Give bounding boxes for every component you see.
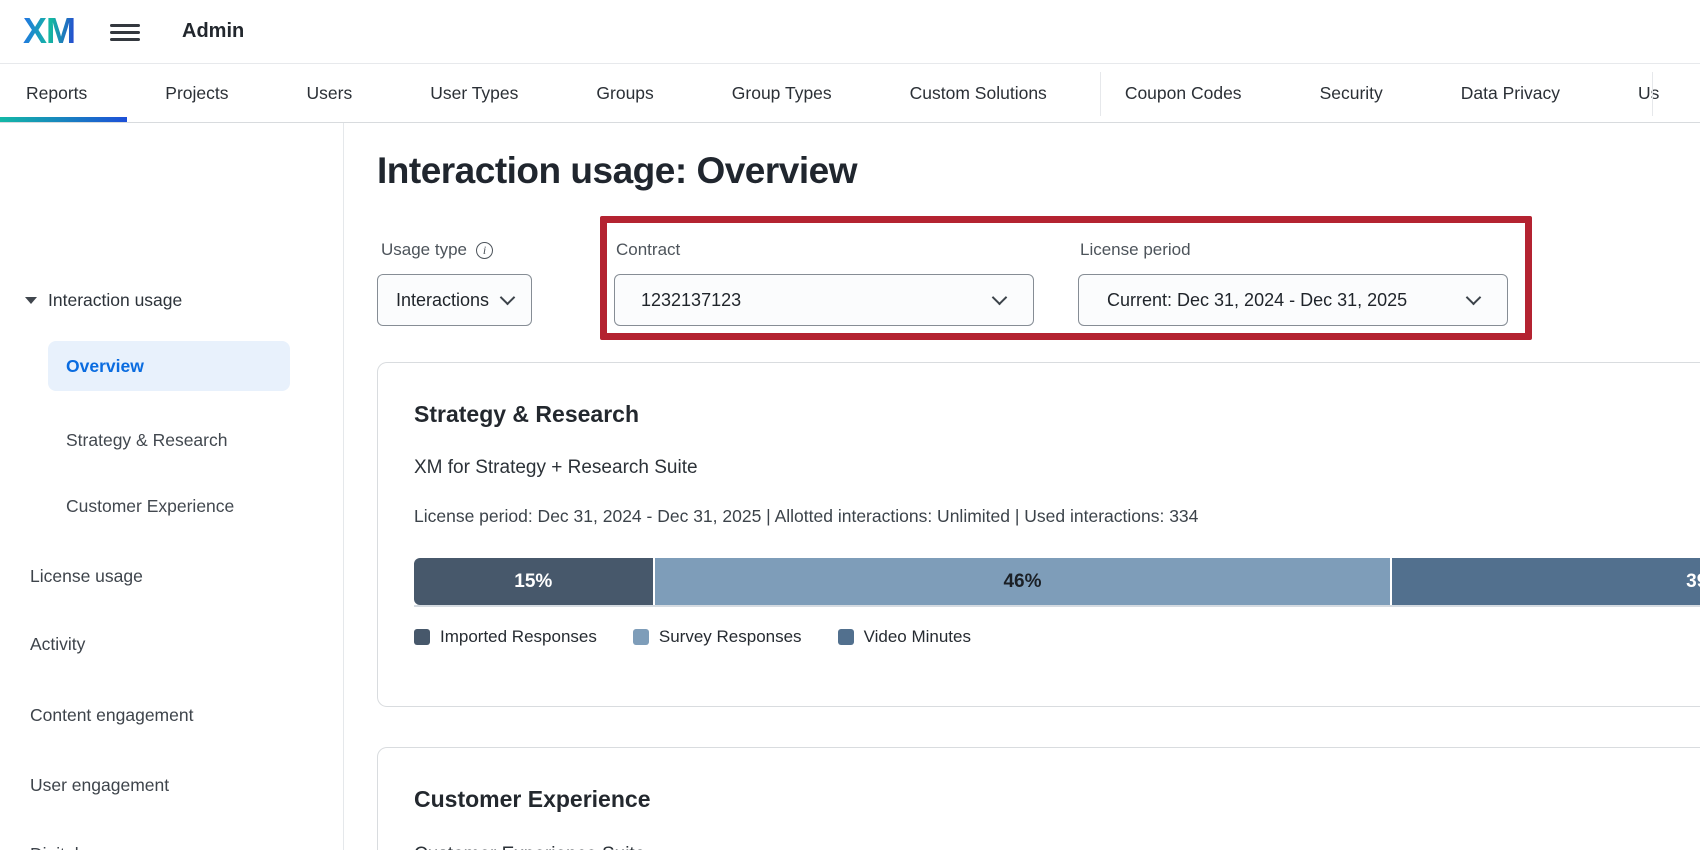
bar-segment-value: 46%: [1003, 571, 1041, 593]
tab-user-types[interactable]: User Types: [430, 64, 518, 122]
info-icon[interactable]: i: [476, 242, 493, 259]
card-title: Strategy & Research: [414, 401, 639, 428]
bar-segment-value: 15%: [514, 571, 552, 593]
tab-reports[interactable]: Reports: [26, 64, 87, 122]
legend-label: Imported Responses: [440, 627, 597, 647]
tab-projects[interactable]: Projects: [165, 64, 228, 122]
tab-security[interactable]: Security: [1320, 64, 1383, 122]
tab-bar: Reports Projects Users User Types Groups Grou…: [0, 64, 1700, 123]
bar-segment-survey-responses: 46%: [655, 558, 1393, 605]
usage-type-value: Interactions: [396, 290, 489, 311]
sidebar-item-label: User engagement: [30, 775, 169, 796]
card-subtitle: XM for Strategy + Research Suite: [414, 457, 698, 479]
top-header: XM Admin: [0, 0, 1700, 64]
tab-separator: [1100, 72, 1101, 116]
sidebar-item-strategy-research[interactable]: Strategy & Research: [66, 423, 227, 457]
sidebar-item-interaction-usage[interactable]: Interaction usage: [25, 283, 182, 317]
sidebar-item-label: Content engagement: [30, 705, 193, 726]
usage-stacked-bar: 15% 46% 39%: [414, 558, 1700, 605]
license-period-select[interactable]: Current: Dec 31, 2024 - Dec 31, 2025: [1078, 274, 1508, 326]
tab-bar-items: Reports Projects Users User Types Groups Grou…: [26, 64, 1700, 122]
tab-coupon-codes[interactable]: Coupon Codes: [1125, 64, 1242, 122]
sidebar-item-label: Strategy & Research: [66, 430, 227, 451]
tab-separator: [1652, 72, 1653, 116]
usage-type-select[interactable]: Interactions: [377, 274, 532, 326]
usage-type-label-text: Usage type: [381, 240, 467, 260]
chevron-down-icon: [1466, 290, 1482, 306]
app-title: Admin: [182, 20, 244, 43]
legend-item-imported-responses: Imported Responses: [414, 627, 597, 647]
caret-down-icon[interactable]: [25, 297, 37, 304]
bar-segment-imported-responses: 15%: [414, 558, 655, 605]
bar-legend: Imported Responses Survey Responses Video …: [414, 627, 971, 647]
sidebar-item-label: Activity: [30, 634, 85, 655]
sidebar-item-label: License usage: [30, 566, 143, 587]
contract-label: Contract: [616, 240, 680, 260]
main-content: Interaction usage: Overview Usage type i…: [344, 123, 1700, 850]
license-period-value: Current: Dec 31, 2024 - Dec 31, 2025: [1107, 290, 1407, 311]
sidebar-item-license-usage[interactable]: License usage: [30, 559, 143, 593]
tab-data-privacy[interactable]: Data Privacy: [1461, 64, 1560, 122]
sidebar-item-overview[interactable]: Overview: [48, 341, 290, 391]
page-title: Interaction usage: Overview: [377, 150, 857, 192]
tab-custom-solutions[interactable]: Custom Solutions: [910, 64, 1047, 122]
contract-value: 1232137123: [641, 290, 741, 311]
sidebar-item-content-engagement[interactable]: Content engagement: [30, 698, 193, 732]
legend-item-survey-responses: Survey Responses: [633, 627, 802, 647]
license-period-label: License period: [1080, 240, 1191, 260]
sidebar-item-label: Overview: [66, 356, 144, 377]
sidebar-item-label: Customer Experience: [66, 496, 234, 517]
sidebar-item-digital-usage[interactable]: Digital usage: [30, 837, 131, 850]
sidebar-item-activity[interactable]: Activity: [30, 627, 85, 661]
legend-swatch: [633, 629, 649, 645]
xm-logo: XM: [23, 10, 75, 52]
contract-label-text: Contract: [616, 240, 680, 260]
card-title: Customer Experience: [414, 786, 650, 813]
sidebar-nav: Interaction usage Overview Strategy & Rese…: [0, 123, 344, 850]
bar-segment-value: 39%: [1686, 571, 1700, 593]
legend-swatch: [838, 629, 854, 645]
strategy-research-card: Strategy & Research XM for Strategy + Re…: [377, 362, 1700, 707]
tab-group-types[interactable]: Group Types: [732, 64, 832, 122]
active-tab-underline: [0, 117, 127, 122]
chevron-down-icon: [992, 290, 1008, 306]
card-meta: License period: Dec 31, 2024 - Dec 31, 2…: [414, 506, 1198, 527]
tab-us[interactable]: Us: [1638, 64, 1659, 122]
tab-users[interactable]: Users: [307, 64, 353, 122]
contract-select[interactable]: 1232137123: [614, 274, 1034, 326]
sidebar-item-label: Interaction usage: [48, 290, 182, 311]
sidebar-item-label: Digital usage: [30, 844, 131, 850]
legend-label: Video Minutes: [864, 627, 971, 647]
tab-groups[interactable]: Groups: [596, 64, 653, 122]
sidebar-item-customer-experience[interactable]: Customer Experience: [66, 489, 234, 523]
hamburger-menu-icon[interactable]: [110, 24, 140, 41]
admin-app: XM Admin Reports Projects Users User Types G…: [0, 0, 1700, 850]
usage-type-label: Usage type i: [381, 240, 493, 260]
sidebar-item-user-engagement[interactable]: User engagement: [30, 768, 169, 802]
legend-swatch: [414, 629, 430, 645]
customer-experience-card: Customer Experience Customer Experience …: [377, 747, 1700, 850]
card-subtitle: Customer Experience Suite: [414, 844, 645, 850]
bar-segment-video-minutes: 39%: [1392, 558, 1700, 605]
legend-item-video-minutes: Video Minutes: [838, 627, 971, 647]
chevron-down-icon: [500, 290, 516, 306]
legend-label: Survey Responses: [659, 627, 802, 647]
license-period-label-text: License period: [1080, 240, 1191, 260]
